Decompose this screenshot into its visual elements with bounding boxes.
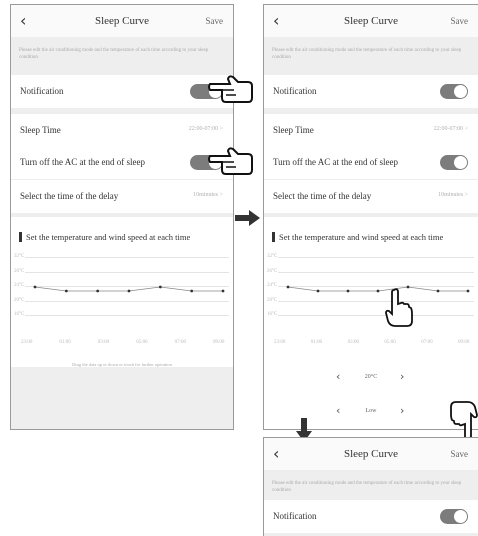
curve-point[interactable]	[33, 285, 37, 289]
curve-point[interactable]	[158, 285, 162, 289]
curve-svg	[286, 285, 470, 293]
delay-value: 10minutes >	[193, 192, 223, 198]
save-button[interactable]: Save	[451, 16, 469, 26]
curve-point[interactable]	[376, 289, 380, 293]
turn-off-toggle[interactable]	[440, 155, 468, 170]
temperature-increase-icon[interactable]: ›	[400, 370, 404, 383]
notification-label: Notification	[20, 86, 64, 96]
delay-row[interactable]: Select the time of the delay 10minutes >	[11, 180, 233, 213]
arrow-right-icon	[235, 210, 260, 226]
curve-section: Set the temperature and wind speed at ea…	[11, 217, 233, 367]
phone-screen-1: ‹ Sleep Curve Save Please edit the air c…	[10, 4, 234, 430]
turn-off-row: Turn off the AC at the end of sleep	[264, 146, 478, 179]
pointing-hand-icon	[385, 288, 413, 327]
pointing-hand-icon	[208, 75, 253, 103]
header-bar: ‹ Sleep Curve Save	[11, 5, 233, 37]
phone-screen-2: ‹ Sleep Curve Save Please edit the air c…	[263, 4, 478, 430]
header-bar: ‹ Sleep Curve Save	[264, 438, 478, 470]
sleep-time-label: Sleep Time	[273, 125, 314, 135]
turn-off-label: Turn off the AC at the end of sleep	[20, 157, 145, 167]
curve-point[interactable]	[346, 289, 350, 293]
delay-label: Select the time of the delay	[20, 191, 119, 201]
delay-row[interactable]: Select the time of the delay 10minutes >	[264, 180, 478, 213]
notification-toggle[interactable]	[440, 84, 468, 99]
notification-toggle[interactable]	[440, 509, 468, 524]
notification-label: Notification	[273, 511, 317, 521]
hint-text: Drag the data up or down or touch for fu…	[72, 362, 172, 367]
sleep-curve-chart[interactable]: 32°C 26°C 24°C 20°C 16°C 23:00 01:00 03:00 05:00…	[264, 217, 478, 367]
temperature-value: 20°C	[364, 374, 378, 380]
curve-point[interactable]	[96, 289, 100, 293]
notification-row: Notification	[11, 75, 233, 108]
description-text: Please edit the air conditioning mode an…	[19, 48, 209, 60]
temperature-selector: ‹ 20°C ›	[264, 367, 478, 389]
delay-label: Select the time of the delay	[273, 191, 372, 201]
curve-point[interactable]	[127, 289, 131, 293]
notification-row: Notification	[264, 500, 478, 533]
pointing-hand-icon	[208, 147, 253, 175]
wind-value: Low	[365, 408, 377, 414]
turn-off-label: Turn off the AC at the end of sleep	[273, 157, 398, 167]
pointing-hand-icon	[450, 401, 478, 440]
curve-point[interactable]	[221, 289, 225, 293]
curve-section: Set the temperature and wind speed at ea…	[264, 217, 478, 429]
sleep-time-value: 22:00-07:00 >	[188, 126, 223, 132]
curve-point[interactable]	[466, 289, 470, 293]
page-title: Sleep Curve	[343, 448, 399, 460]
sleep-time-row[interactable]: Sleep Time 22:00-07:00 >	[11, 114, 233, 147]
notification-label: Notification	[273, 86, 317, 96]
header-bar: ‹ Sleep Curve Save	[264, 5, 478, 37]
curve-point[interactable]	[64, 289, 68, 293]
description-text: Please edit the air conditioning mode an…	[272, 48, 462, 60]
wind-increase-icon[interactable]: ›	[400, 404, 404, 417]
sleep-time-row[interactable]: Sleep Time 22:00-07:00 >	[264, 114, 478, 147]
page-title: Sleep Curve	[343, 15, 399, 27]
sleep-time-value: 22:00-07:00 >	[433, 126, 468, 132]
sleep-time-label: Sleep Time	[20, 125, 61, 135]
curve-point[interactable]	[190, 289, 194, 293]
phone-screen-3: ‹ Sleep Curve Save Please edit the air c…	[263, 437, 478, 536]
curve-svg	[33, 285, 225, 293]
save-button[interactable]: Save	[451, 449, 469, 459]
curve-point[interactable]	[286, 285, 290, 289]
sleep-curve-chart[interactable]: 32°C 26°C 24°C 20°C 16°C 23:00 01:00 03:00 05:00…	[11, 217, 233, 367]
notification-row: Notification	[264, 75, 478, 108]
curve-point[interactable]	[436, 289, 440, 293]
save-button[interactable]: Save	[206, 16, 224, 26]
delay-value: 10minutes >	[438, 192, 468, 198]
page-title: Sleep Curve	[94, 15, 150, 27]
curve-point[interactable]	[316, 289, 320, 293]
turn-off-row: Turn off the AC at the end of sleep	[11, 146, 233, 179]
